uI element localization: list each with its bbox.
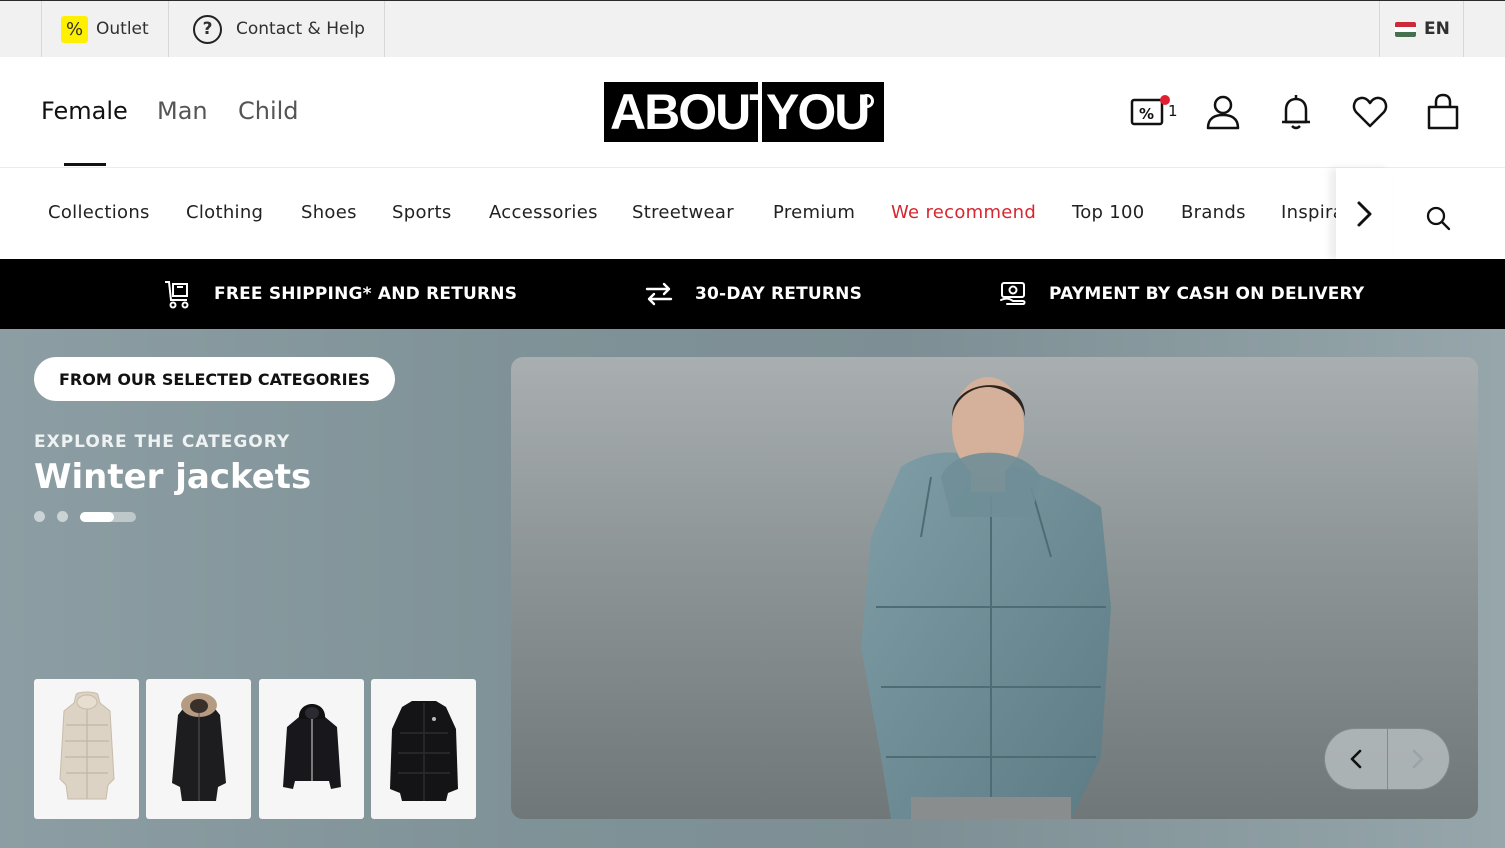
main-header: Female Man Child ABOUT YOU % 1 (0, 57, 1505, 167)
slide-indicator (34, 511, 136, 522)
bell-icon[interactable] (1277, 92, 1317, 132)
heart-icon[interactable] (1350, 92, 1390, 132)
gender-tab-man[interactable]: Man (157, 97, 208, 125)
promo-cash-on-delivery: PAYMENT BY CASH ON DELIVERY (997, 259, 1364, 329)
about-you-logo[interactable]: ABOUT YOU (604, 82, 884, 142)
slide-dot-2[interactable] (57, 511, 68, 522)
contact-help-label: Contact & Help (236, 19, 365, 39)
slide-dot-1[interactable] (34, 511, 45, 522)
cart-icon (165, 281, 189, 309)
shopping-bag-icon[interactable] (1424, 92, 1464, 132)
logo-part-about: ABOUT (604, 82, 780, 142)
user-icon[interactable] (1204, 92, 1244, 132)
black-hooded-jacket-image (282, 704, 341, 789)
search-icon[interactable] (1420, 200, 1456, 236)
category-we-recommend[interactable]: We recommend (891, 202, 1036, 223)
chevron-right-icon (1357, 201, 1372, 227)
gender-tab-child[interactable]: Child (238, 97, 299, 125)
carousel-controls (1324, 728, 1450, 790)
category-accessories[interactable]: Accessories (489, 202, 598, 223)
top-utility-bar: % Outlet ? Contact & Help EN (0, 0, 1505, 57)
logo-you-text: YOU (766, 84, 870, 140)
active-gender-indicator (64, 163, 106, 166)
category-clothing[interactable]: Clothing (186, 202, 263, 223)
language-selector[interactable]: EN (1379, 1, 1464, 57)
logo-part-you: YOU (762, 82, 884, 142)
cash-hand-icon (1000, 282, 1026, 305)
svg-text:%: % (1139, 105, 1154, 123)
beige-puffer-coat-image (58, 691, 115, 800)
logo-ring-icon (860, 94, 874, 108)
category-inspiration[interactable]: Inspiration (1281, 202, 1336, 223)
promo-returns-label: 30-DAY RETURNS (695, 284, 863, 304)
category-shoes[interactable]: Shoes (301, 202, 357, 223)
black-puffer-jacket-image (389, 701, 458, 801)
category-collections[interactable]: Collections (48, 202, 150, 223)
category-top-100[interactable]: Top 100 (1072, 202, 1145, 223)
slide-dot-active[interactable] (80, 511, 136, 522)
hero-title[interactable]: Winter jackets (34, 457, 311, 497)
category-next-button[interactable] (1336, 168, 1392, 260)
promo-cash-on-delivery-label: PAYMENT BY CASH ON DELIVERY (1049, 284, 1365, 304)
thumbnail-black-parka[interactable] (146, 679, 251, 819)
carousel-next-button[interactable] (1388, 729, 1450, 789)
hero-section: FROM OUR SELECTED CATEGORIES EXPLORE THE… (0, 329, 1505, 848)
chevron-right-icon (1412, 749, 1424, 769)
category-navigation: Collections Clothing Shoes Sports Access… (0, 167, 1505, 260)
promo-free-shipping: FREE SHIPPING* AND RETURNS (162, 259, 517, 329)
thumbnail-beige-puffer-coat[interactable] (34, 679, 139, 819)
category-brands[interactable]: Brands (1181, 202, 1246, 223)
deals-badge-count: 1 (1168, 102, 1178, 120)
slide-progress (80, 511, 114, 522)
selected-categories-pill[interactable]: FROM OUR SELECTED CATEGORIES (34, 357, 395, 401)
category-streetwear[interactable]: Streetwear (632, 202, 734, 223)
outlet-link[interactable]: % Outlet (41, 1, 169, 57)
percent-icon: % (61, 15, 88, 43)
thumbnail-black-hooded-jacket[interactable] (259, 679, 364, 819)
category-sports[interactable]: Sports (392, 202, 452, 223)
outlet-label: Outlet (96, 19, 149, 39)
black-parka-fur-hood-image (171, 693, 226, 801)
question-circle-icon: ? (193, 14, 222, 44)
promo-banner: FREE SHIPPING* AND RETURNS 30-DAY RETURN… (0, 259, 1505, 329)
chevron-left-icon (1350, 749, 1362, 769)
category-premium[interactable]: Premium (773, 202, 855, 223)
category-scroll-area: Collections Clothing Shoes Sports Access… (0, 168, 1336, 260)
gender-tab-female[interactable]: Female (41, 97, 128, 125)
thumbnail-black-puffer-jacket[interactable] (371, 679, 476, 819)
hero-eyebrow: EXPLORE THE CATEGORY (34, 432, 291, 452)
language-label: EN (1424, 19, 1450, 39)
contact-help-link[interactable]: ? Contact & Help (168, 1, 385, 57)
discount-tag-icon[interactable]: % 1 (1130, 92, 1178, 132)
promo-returns: 30-DAY RETURNS (643, 259, 862, 329)
promo-free-shipping-label: FREE SHIPPING* AND RETURNS (214, 284, 518, 304)
arrows-exchange-icon (645, 282, 673, 306)
hungary-flag-icon (1395, 21, 1416, 37)
carousel-prev-button[interactable] (1325, 729, 1387, 789)
